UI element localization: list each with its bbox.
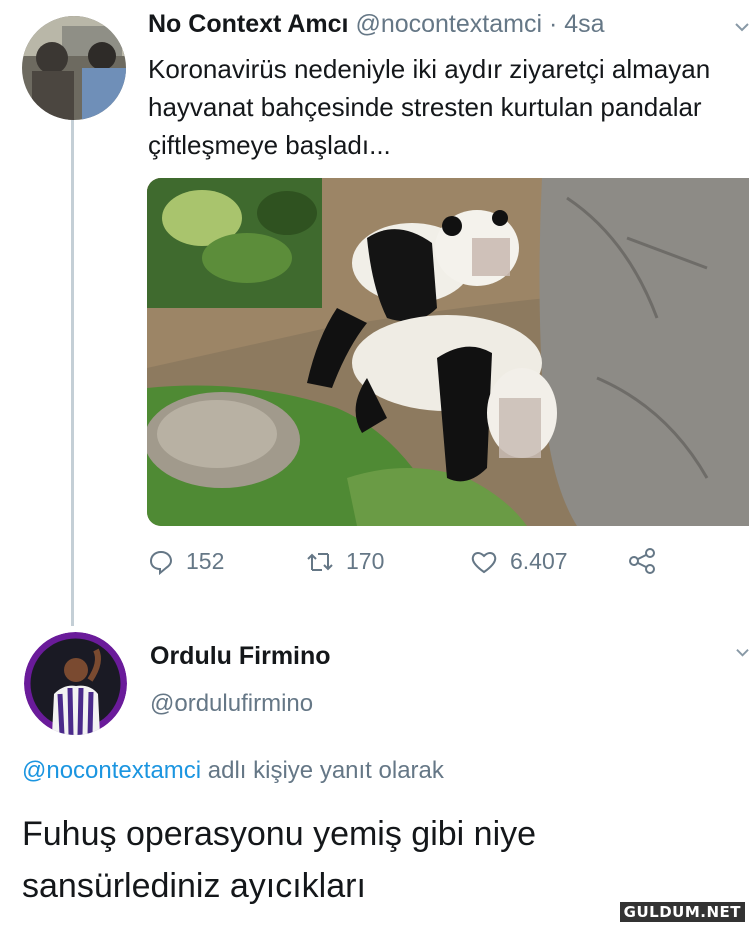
avatar-image [22, 16, 126, 120]
reply-to-label: adlı kişiye yanıt olarak [201, 757, 444, 784]
avatar[interactable] [22, 16, 126, 120]
thread-line [71, 118, 74, 626]
tweet-actions: 152 170 6.407 [148, 548, 708, 588]
author-name[interactable]: No Context Amcı [148, 10, 348, 38]
like-action[interactable]: 6.407 [470, 548, 568, 575]
comment-icon [149, 550, 173, 575]
author-handle[interactable]: @nocontextamci [355, 10, 542, 38]
chevron-down-icon[interactable] [735, 20, 749, 34]
chevron-down-icon[interactable] [736, 646, 749, 659]
header-separator: · [548, 10, 558, 38]
reply-author-name[interactable]: Ordulu Firmino [150, 642, 331, 671]
reply-mention-link[interactable]: @nocontextamci [22, 757, 201, 784]
share-action[interactable] [628, 548, 658, 574]
heart-icon [471, 551, 497, 573]
panda-photo [147, 178, 749, 526]
avatar-image [24, 632, 127, 735]
tweet-media[interactable] [147, 178, 749, 526]
tweet-header: No Context Amcı @nocontextamci · 4sa [148, 10, 605, 39]
replying-to: @nocontextamci adlı kişiye yanıt olarak [22, 757, 444, 785]
watermark: GULDUM.NET [619, 902, 745, 922]
reply-author-handle[interactable]: @ordulufirmino [150, 690, 313, 718]
like-count: 6.407 [510, 548, 568, 574]
reply-count: 152 [186, 548, 225, 574]
retweet-icon [307, 552, 333, 571]
retweet-action[interactable]: 170 [306, 548, 384, 575]
reply-action[interactable]: 152 [148, 548, 224, 575]
tweet-time[interactable]: 4sa [564, 10, 604, 38]
share-icon [629, 548, 655, 574]
reply-avatar[interactable] [24, 632, 127, 735]
retweet-count: 170 [346, 548, 385, 574]
tweet-text: Koronavirüs nedeniyle iki aydır ziyaretç… [148, 54, 711, 160]
reply-text: Fuhuş operasyonu yemiş gibi niye sansürl… [22, 815, 537, 905]
